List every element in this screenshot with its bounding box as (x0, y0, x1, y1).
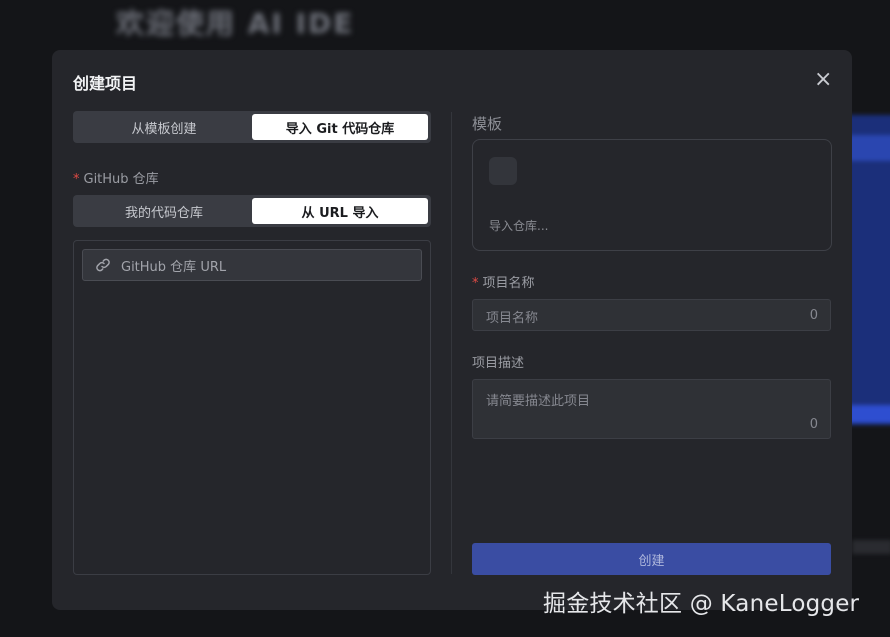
template-section-title: 模板 (472, 115, 503, 133)
project-name-input[interactable]: 项目名称 0 (472, 299, 831, 331)
background-element (852, 540, 890, 554)
watermark-text: 掘金技术社区 @ KaneLogger (543, 591, 860, 617)
github-url-input[interactable]: GitHub 仓库 URL (82, 249, 422, 281)
tab-import-from-url[interactable]: 从 URL 导入 (252, 198, 428, 224)
create-project-dialog: 创建项目 × 从模板创建 导入 Git 代码仓库 * GitHub 仓库 我的代码… (52, 50, 852, 610)
project-description-textarea[interactable]: 请简要描述此项目 0 (472, 379, 831, 439)
project-description-label: 项目描述 (472, 356, 525, 371)
create-button[interactable]: 创建 (472, 543, 831, 575)
link-icon (96, 258, 110, 272)
github-repo-label: * GitHub 仓库 (73, 172, 159, 187)
project-name-label: * 项目名称 (472, 276, 535, 291)
repo-panel: GitHub 仓库 URL (73, 240, 431, 575)
template-thumbnail (489, 157, 517, 185)
tab-my-repos[interactable]: 我的代码仓库 (76, 198, 252, 224)
project-description-char-count: 0 (809, 417, 818, 432)
template-card[interactable]: 导入仓库... (472, 139, 832, 251)
project-description-placeholder: 请简要描述此项目 (486, 394, 591, 409)
required-marker: * (73, 172, 80, 187)
column-divider (451, 112, 452, 574)
tab-from-template[interactable]: 从模板创建 (76, 114, 252, 140)
close-icon[interactable]: × (814, 69, 832, 91)
dialog-title: 创建项目 (73, 74, 138, 93)
source-mode-tabs: 从模板创建 导入 Git 代码仓库 (73, 111, 431, 143)
background-side-panel (848, 115, 890, 425)
github-url-placeholder: GitHub 仓库 URL (121, 259, 227, 275)
tab-import-git-repo[interactable]: 导入 Git 代码仓库 (252, 114, 428, 140)
background-page-title: 欢迎使用 AI IDE (116, 7, 355, 40)
repo-source-tabs: 我的代码仓库 从 URL 导入 (73, 195, 431, 227)
project-name-placeholder: 项目名称 (486, 311, 539, 326)
project-name-char-count: 0 (809, 308, 818, 323)
required-marker: * (472, 276, 479, 291)
template-hint: 导入仓库... (489, 219, 549, 233)
